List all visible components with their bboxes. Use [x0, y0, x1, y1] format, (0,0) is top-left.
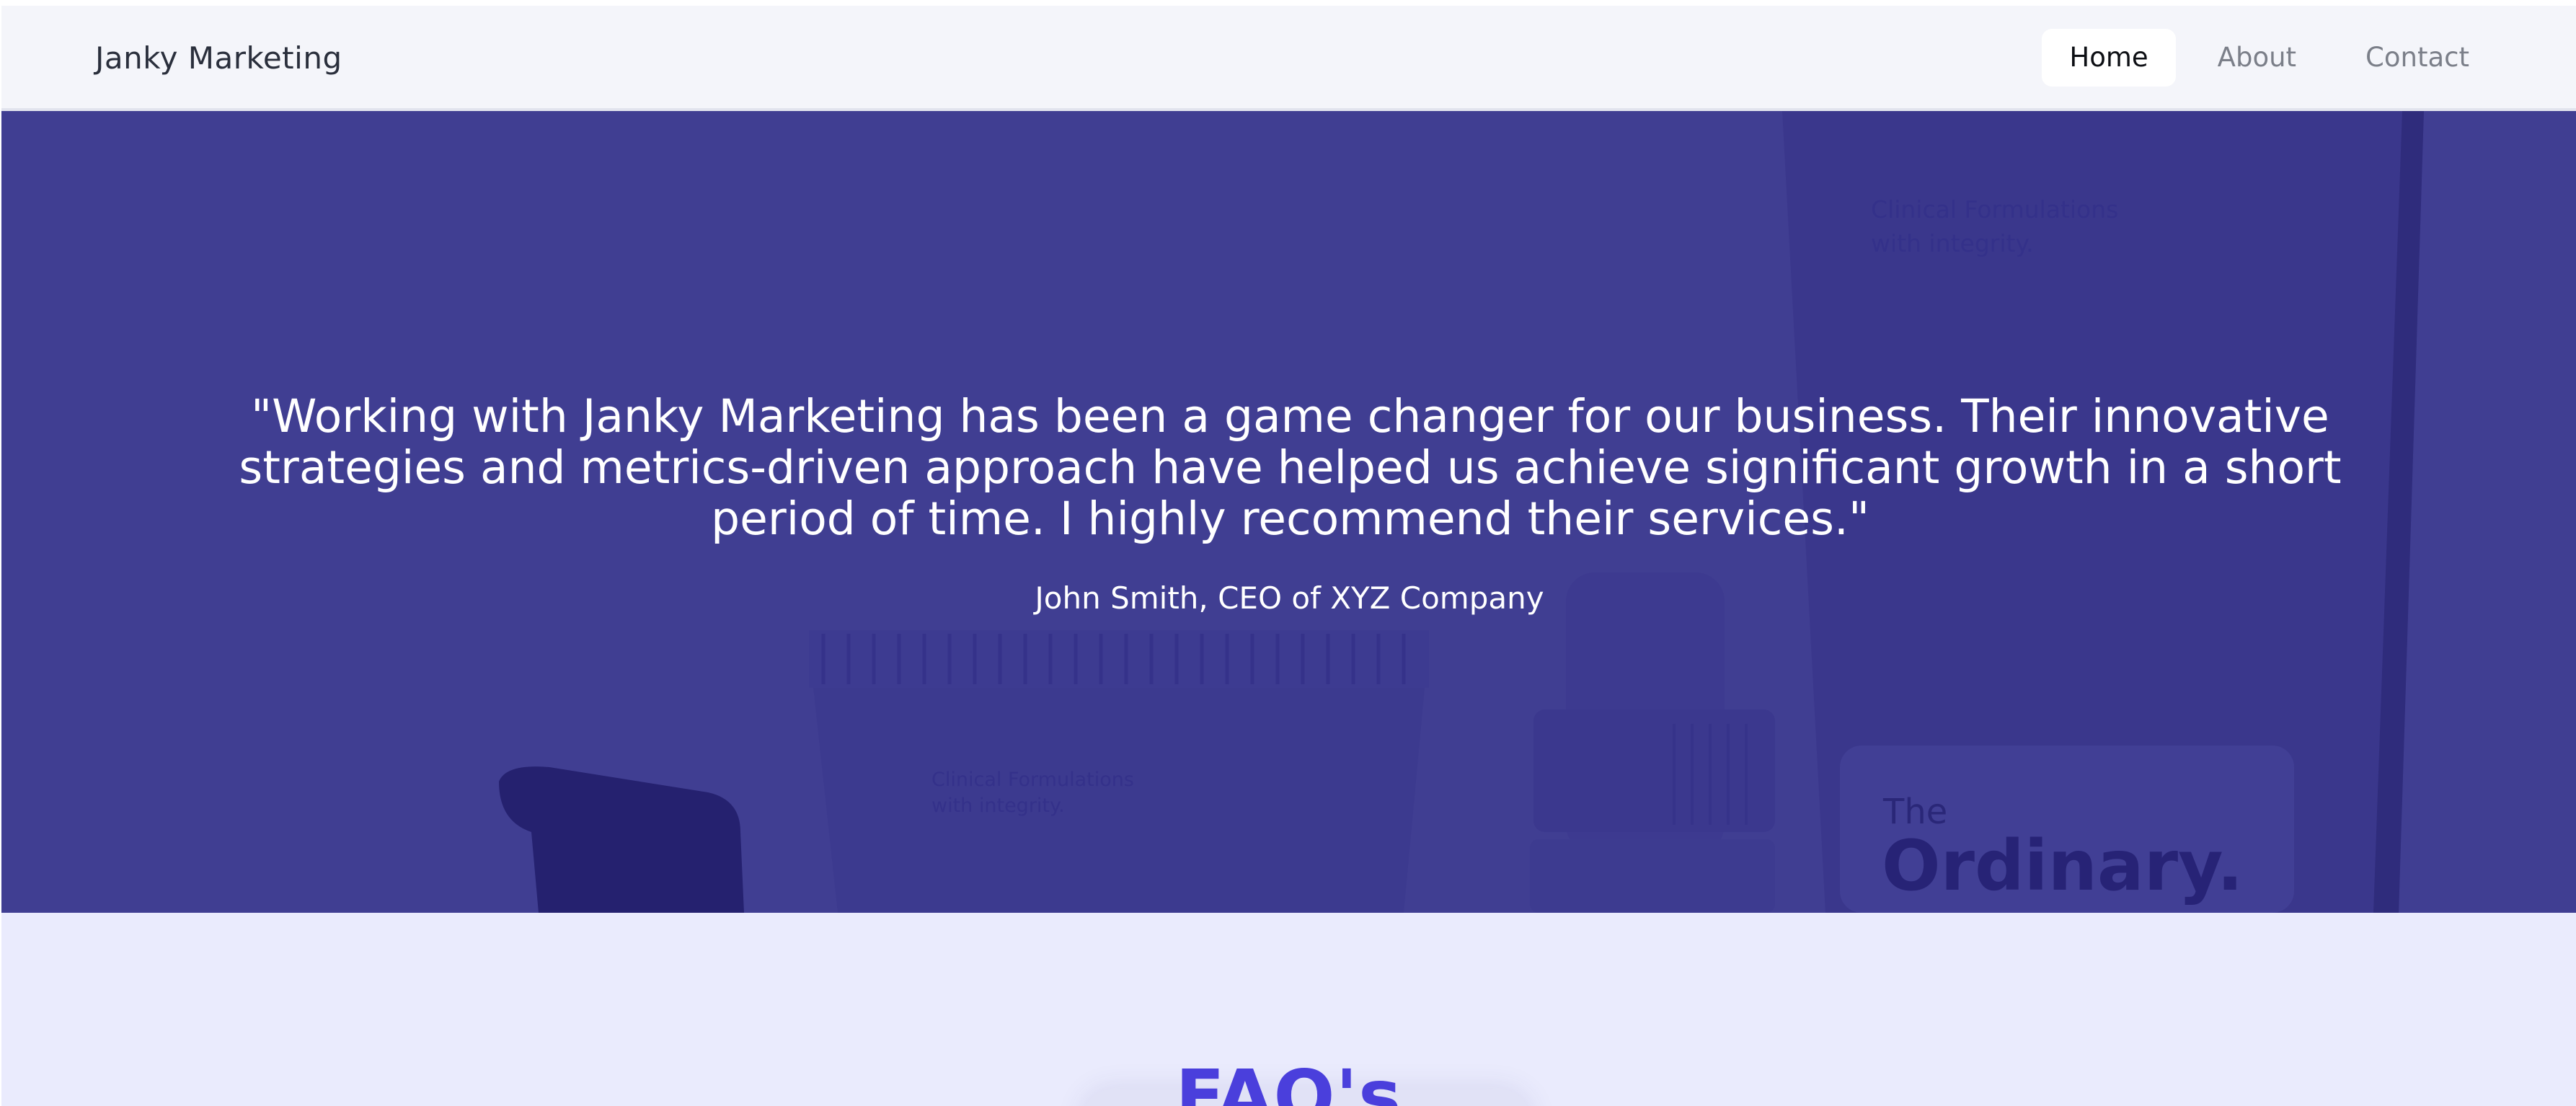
nav-links: Home About Contact — [2042, 29, 2497, 87]
faq-section: FAQ's — [1, 913, 2576, 1106]
nav-about-link[interactable]: About — [2190, 29, 2324, 87]
middle-tube-label-line1: Clinical Formulations — [931, 769, 1134, 791]
quote-line-3: period of time. I highly recommend their… — [711, 492, 1869, 545]
brand-ordinary-text: Ordinary. — [1882, 826, 2243, 906]
testimonial-author: John Smith, CEO of XYZ Company — [1035, 580, 1544, 616]
brand-logo-text[interactable]: Janky Marketing — [95, 40, 342, 76]
faq-heading: FAQ's — [1175, 1054, 1402, 1106]
middle-tube-label-line2: with integrity. — [931, 795, 1065, 817]
nav-contact-link[interactable]: Contact — [2338, 29, 2497, 87]
tube-label-line2: with integrity. — [1871, 229, 2034, 257]
quote-line-1: "Working with Janky Marketing has been a… — [251, 390, 2329, 443]
tube-label-line1: Clinical Formulations — [1871, 195, 2118, 224]
page: Janky Marketing Home About Contact Clini… — [0, 0, 2576, 1106]
testimonial-quote: "Working with Janky Marketing has been a… — [218, 391, 2363, 544]
testimonial-hero: Clinical Formulations with integrity. Cl… — [1, 111, 2576, 913]
quote-line-2: strategies and metrics-driven approach h… — [239, 441, 2342, 494]
nav-home-link[interactable]: Home — [2042, 29, 2176, 87]
navbar: Janky Marketing Home About Contact — [1, 6, 2576, 111]
